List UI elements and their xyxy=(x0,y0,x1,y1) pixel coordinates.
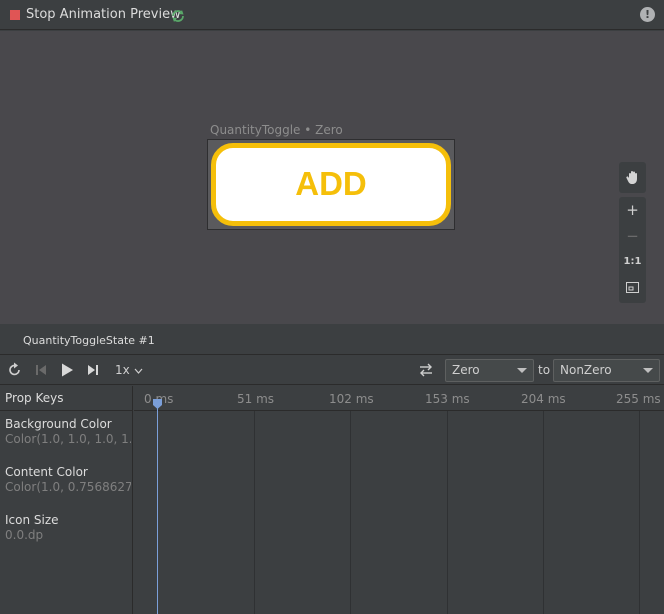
prop-name: Content Color xyxy=(5,465,88,479)
to-label: to xyxy=(538,363,551,377)
prop-value: 0.0.dp xyxy=(5,528,44,542)
add-button[interactable]: ADD xyxy=(211,143,451,226)
prop-item[interactable]: Background Color Color(1.0, 1.0, 1.0, 1.… xyxy=(5,417,131,446)
tick-label: 204 ms xyxy=(521,392,566,406)
chevron-down-icon xyxy=(134,368,143,374)
tick-label: 51 ms xyxy=(237,392,275,406)
zoom-in-button[interactable]: + xyxy=(619,197,646,223)
tick-label: 102 ms xyxy=(329,392,374,406)
preview-canvas[interactable]: QuantityToggle • Zero ADD + − 1:1 xyxy=(0,31,664,324)
playhead-line xyxy=(157,400,158,614)
info-icon[interactable]: ! xyxy=(640,7,655,22)
prop-keys-panel: Prop Keys Background Color Color(1.0, 1.… xyxy=(0,386,133,614)
from-state-dropdown[interactable]: Zero xyxy=(445,359,534,382)
prop-name: Background Color xyxy=(5,417,112,431)
loop-icon[interactable] xyxy=(6,361,24,379)
to-state-value: NonZero xyxy=(560,363,612,377)
play-icon[interactable] xyxy=(58,361,76,379)
speed-value: 1x xyxy=(115,363,130,377)
prop-name: Icon Size xyxy=(5,513,59,527)
stop-animation-preview-button[interactable]: Stop Animation Preview xyxy=(26,7,181,22)
tab-quantity-toggle-state[interactable]: QuantityToggleState #1 xyxy=(23,334,155,347)
tick-label: 153 ms xyxy=(425,392,470,406)
dropdown-arrow-icon xyxy=(643,368,653,373)
top-toolbar: Stop Animation Preview ! xyxy=(0,0,664,30)
component-frame: ADD xyxy=(207,139,455,230)
refresh-icon[interactable] xyxy=(170,8,186,24)
playback-controls: 1x Zero to NonZero xyxy=(0,356,664,385)
stop-icon[interactable] xyxy=(10,10,20,20)
grid-line xyxy=(350,411,351,614)
swap-states-icon[interactable] xyxy=(418,362,434,378)
actual-size-button[interactable]: 1:1 xyxy=(619,249,646,275)
zoom-tool-group: + − 1:1 xyxy=(619,197,646,303)
grid-line xyxy=(254,411,255,614)
state-tab-bar: QuantityToggleState #1 xyxy=(0,324,664,355)
speed-selector[interactable]: 1x xyxy=(115,363,143,377)
playhead-handle[interactable] xyxy=(153,399,162,409)
skip-to-end-icon[interactable] xyxy=(84,361,102,379)
from-state-value: Zero xyxy=(452,363,480,377)
prop-keys-header: Prop Keys xyxy=(0,386,132,411)
timeline-panel[interactable]: 0 ms 51 ms 102 ms 153 ms 204 ms 255 ms xyxy=(134,386,664,614)
prop-item[interactable]: Icon Size 0.0.dp xyxy=(5,513,131,542)
to-state-dropdown[interactable]: NonZero xyxy=(553,359,660,382)
dropdown-arrow-icon xyxy=(517,368,527,373)
prop-value: Color(1.0, 0.75686276 xyxy=(5,480,131,494)
pan-tool-group xyxy=(619,162,646,193)
prop-value: Color(1.0, 1.0, 1.0, 1.0, xyxy=(5,432,131,446)
fit-screen-icon[interactable] xyxy=(619,275,646,301)
timeline-ruler[interactable]: 0 ms 51 ms 102 ms 153 ms 204 ms 255 ms xyxy=(134,386,664,411)
grid-line xyxy=(447,411,448,614)
component-label: QuantityToggle • Zero xyxy=(210,123,343,137)
hand-icon[interactable] xyxy=(619,164,646,190)
grid-line xyxy=(543,411,544,614)
skip-to-start-icon[interactable] xyxy=(32,361,50,379)
grid-line xyxy=(639,411,640,614)
prop-item[interactable]: Content Color Color(1.0, 0.75686276 xyxy=(5,465,131,494)
zoom-out-button[interactable]: − xyxy=(619,223,646,249)
tick-label: 255 ms xyxy=(616,392,661,406)
